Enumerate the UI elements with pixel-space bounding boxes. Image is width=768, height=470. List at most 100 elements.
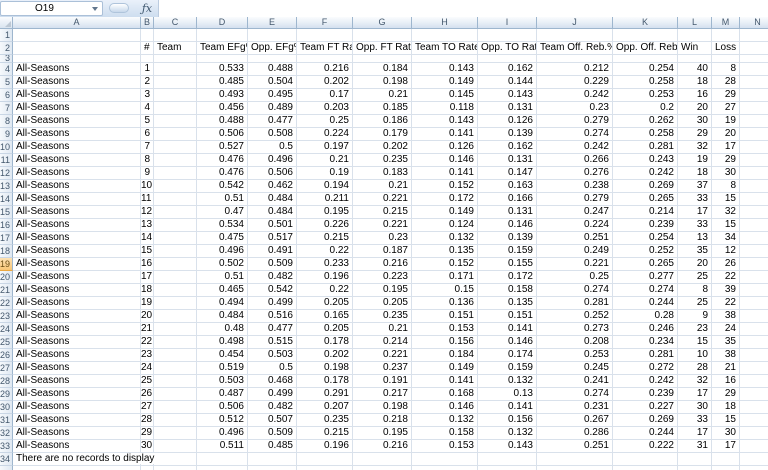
cell-G34[interactable] xyxy=(353,453,412,466)
cell-C34[interactable] xyxy=(154,453,197,466)
cell-J3[interactable] xyxy=(537,55,613,63)
row-header-19[interactable]: 19 xyxy=(0,258,13,271)
cell-A22[interactable]: All-Seasons xyxy=(13,297,141,310)
cell-M30[interactable]: 18 xyxy=(712,401,740,414)
cell-I5[interactable]: 0.144 xyxy=(478,76,537,89)
cell-G21[interactable]: 0.195 xyxy=(353,284,412,297)
cell-E18[interactable]: 0.491 xyxy=(248,245,297,258)
cell-K14[interactable]: 0.265 xyxy=(613,193,678,206)
cell-K26[interactable]: 0.281 xyxy=(613,349,678,362)
cell-E3[interactable] xyxy=(248,55,297,63)
cell-E7[interactable]: 0.489 xyxy=(248,102,297,115)
cell-H4[interactable]: 0.143 xyxy=(412,63,478,76)
cell-L7[interactable]: 20 xyxy=(678,102,712,115)
cell-N2[interactable] xyxy=(740,42,768,55)
cell-M18[interactable]: 12 xyxy=(712,245,740,258)
cell-C15[interactable] xyxy=(154,206,197,219)
cell-D34[interactable] xyxy=(197,453,248,466)
cell-K12[interactable]: 0.242 xyxy=(613,167,678,180)
cell-G22[interactable]: 0.205 xyxy=(353,297,412,310)
cell-M9[interactable]: 20 xyxy=(712,128,740,141)
cell-M6[interactable]: 29 xyxy=(712,89,740,102)
cell-J32[interactable]: 0.286 xyxy=(537,427,613,440)
cell-E29[interactable]: 0.499 xyxy=(248,388,297,401)
cell-K21[interactable]: 0.274 xyxy=(613,284,678,297)
cell-G12[interactable]: 0.183 xyxy=(353,167,412,180)
cell-I22[interactable]: 0.135 xyxy=(478,297,537,310)
cell-B9[interactable]: 6 xyxy=(141,128,154,141)
cell-A19[interactable]: All-Seasons xyxy=(13,258,141,271)
cell-C35[interactable] xyxy=(154,466,197,470)
cell-G33[interactable]: 0.216 xyxy=(353,440,412,453)
cell-F24[interactable]: 0.205 xyxy=(297,323,353,336)
cell-K32[interactable]: 0.244 xyxy=(613,427,678,440)
column-header-A[interactable]: A xyxy=(13,17,141,29)
cell-C23[interactable] xyxy=(154,310,197,323)
cell-M2[interactable]: Loss xyxy=(712,42,740,55)
cell-M35[interactable] xyxy=(712,466,740,470)
cell-G7[interactable]: 0.185 xyxy=(353,102,412,115)
cell-J16[interactable]: 0.224 xyxy=(537,219,613,232)
cell-B13[interactable]: 10 xyxy=(141,180,154,193)
cell-C20[interactable] xyxy=(154,271,197,284)
cell-B21[interactable]: 18 xyxy=(141,284,154,297)
cell-F15[interactable]: 0.195 xyxy=(297,206,353,219)
cell-K16[interactable]: 0.239 xyxy=(613,219,678,232)
cell-G1[interactable] xyxy=(353,29,412,42)
select-all-corner[interactable] xyxy=(0,17,13,29)
cell-M14[interactable]: 15 xyxy=(712,193,740,206)
cell-B16[interactable]: 13 xyxy=(141,219,154,232)
row-header-28[interactable]: 28 xyxy=(0,375,13,388)
cell-E23[interactable]: 0.516 xyxy=(248,310,297,323)
cell-H32[interactable]: 0.158 xyxy=(412,427,478,440)
cell-L9[interactable]: 29 xyxy=(678,128,712,141)
cell-N12[interactable] xyxy=(740,167,768,180)
cell-A23[interactable]: All-Seasons xyxy=(13,310,141,323)
cell-C3[interactable] xyxy=(154,55,197,63)
cell-D27[interactable]: 0.519 xyxy=(197,362,248,375)
cell-H19[interactable]: 0.152 xyxy=(412,258,478,271)
cell-J6[interactable]: 0.242 xyxy=(537,89,613,102)
cell-A6[interactable]: All-Seasons xyxy=(13,89,141,102)
cell-D21[interactable]: 0.465 xyxy=(197,284,248,297)
cell-C12[interactable] xyxy=(154,167,197,180)
cell-D19[interactable]: 0.502 xyxy=(197,258,248,271)
cell-N15[interactable] xyxy=(740,206,768,219)
cell-M28[interactable]: 16 xyxy=(712,375,740,388)
cell-N20[interactable] xyxy=(740,271,768,284)
column-header-G[interactable]: G xyxy=(353,17,412,29)
cell-F31[interactable]: 0.235 xyxy=(297,414,353,427)
cell-E20[interactable]: 0.482 xyxy=(248,271,297,284)
cell-F4[interactable]: 0.216 xyxy=(297,63,353,76)
cell-I18[interactable]: 0.159 xyxy=(478,245,537,258)
column-header-I[interactable]: I xyxy=(478,17,537,29)
cell-C1[interactable] xyxy=(154,29,197,42)
cell-H31[interactable]: 0.132 xyxy=(412,414,478,427)
cell-K30[interactable]: 0.227 xyxy=(613,401,678,414)
cell-F13[interactable]: 0.194 xyxy=(297,180,353,193)
cell-B11[interactable]: 8 xyxy=(141,154,154,167)
cell-A29[interactable]: All-Seasons xyxy=(13,388,141,401)
cell-K17[interactable]: 0.254 xyxy=(613,232,678,245)
cell-I7[interactable]: 0.131 xyxy=(478,102,537,115)
cell-B23[interactable]: 20 xyxy=(141,310,154,323)
cell-H2[interactable]: Team TO Rate xyxy=(412,42,478,55)
row-header-34[interactable]: 34 xyxy=(0,453,13,466)
cell-M32[interactable]: 30 xyxy=(712,427,740,440)
cell-N9[interactable] xyxy=(740,128,768,141)
cell-I35[interactable] xyxy=(478,466,537,470)
row-header-7[interactable]: 7 xyxy=(0,102,13,115)
cell-L21[interactable]: 8 xyxy=(678,284,712,297)
column-header-J[interactable]: J xyxy=(537,17,613,29)
cell-D17[interactable]: 0.475 xyxy=(197,232,248,245)
cell-A10[interactable]: All-Seasons xyxy=(13,141,141,154)
cell-D20[interactable]: 0.51 xyxy=(197,271,248,284)
cell-H12[interactable]: 0.141 xyxy=(412,167,478,180)
cell-C21[interactable] xyxy=(154,284,197,297)
cell-L32[interactable]: 17 xyxy=(678,427,712,440)
cell-E15[interactable]: 0.484 xyxy=(248,206,297,219)
row-header-30[interactable]: 30 xyxy=(0,401,13,414)
row-header-1[interactable]: 1 xyxy=(0,29,13,42)
cell-E1[interactable] xyxy=(248,29,297,42)
cell-M31[interactable]: 15 xyxy=(712,414,740,427)
